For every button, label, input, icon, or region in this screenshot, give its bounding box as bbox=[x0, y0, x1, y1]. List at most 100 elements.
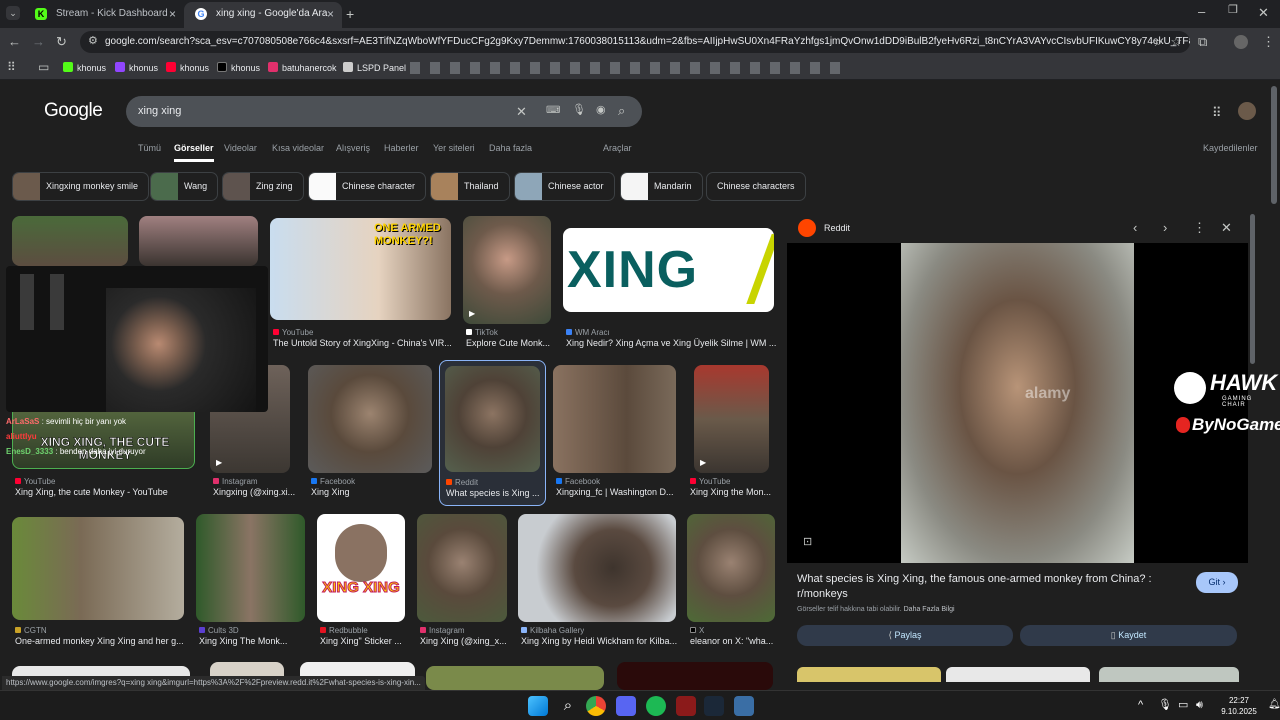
visit-button[interactable]: Git › bbox=[1196, 572, 1238, 593]
result-thumbnail[interactable]: XING XING bbox=[317, 514, 405, 622]
result-thumbnail[interactable] bbox=[426, 666, 604, 690]
minimize-icon[interactable]: – bbox=[1198, 5, 1205, 18]
share-button[interactable]: ⟨ Paylaş bbox=[797, 625, 1013, 646]
tray-chevron-icon[interactable]: ^ bbox=[1138, 700, 1143, 711]
tab-videos[interactable]: Videolar bbox=[224, 143, 257, 153]
result-title[interactable]: Xing Xing the Mon... bbox=[690, 487, 772, 497]
new-tab-icon[interactable]: + bbox=[346, 7, 354, 21]
discord-icon[interactable] bbox=[616, 696, 636, 716]
tab-short-videos[interactable]: Kısa videolar bbox=[272, 143, 324, 153]
result-thumbnail[interactable] bbox=[196, 514, 305, 622]
bookmark-khonus-twitch[interactable]: khonus bbox=[115, 61, 158, 75]
back-icon[interactable]: ← bbox=[8, 35, 21, 48]
forward-icon[interactable]: → bbox=[32, 35, 45, 48]
tab-google[interactable]: G xing xing - Google'da Ara × bbox=[184, 2, 342, 28]
result-title[interactable]: The Untold Story of XingXing - China's V… bbox=[273, 338, 453, 348]
saved-link[interactable]: Kaydedilenler bbox=[1203, 143, 1258, 153]
obs-icon[interactable] bbox=[676, 696, 696, 716]
close-panel-icon[interactable]: ✕ bbox=[1221, 221, 1232, 234]
result-thumbnail[interactable]: XING bbox=[563, 228, 774, 312]
result-title[interactable]: What species is Xing ... bbox=[446, 488, 542, 498]
display-tray-icon[interactable]: ▭ bbox=[1178, 700, 1188, 711]
tab-places[interactable]: Yer siteleri bbox=[433, 143, 475, 153]
more-info-link[interactable]: Daha Fazla Bilgi bbox=[904, 606, 955, 613]
google-apps-icon[interactable]: ⠿ bbox=[1212, 106, 1222, 119]
steam-icon[interactable] bbox=[704, 696, 724, 716]
address-bar[interactable]: ⚙ google.com/search?sca_esv=c707080508e7… bbox=[80, 31, 1190, 53]
bookmark-star-icon[interactable]: ☆ bbox=[1170, 35, 1182, 48]
keyboard-icon[interactable]: ⌨ bbox=[546, 106, 560, 116]
result-thumbnail[interactable]: ▶ bbox=[694, 365, 769, 473]
tab-news[interactable]: Haberler bbox=[384, 143, 419, 153]
result-thumbnail[interactable] bbox=[518, 514, 676, 622]
close-icon[interactable]: × bbox=[169, 2, 176, 26]
tab-search-icon[interactable]: ⌄ bbox=[6, 6, 20, 20]
page-scrollbar[interactable] bbox=[1271, 86, 1277, 204]
result-title[interactable]: Xing Nedir? Xing Açma ve Xing Üyelik Sil… bbox=[566, 338, 778, 348]
result-thumbnail[interactable] bbox=[12, 216, 128, 266]
chip-chinese-actor[interactable]: Chinese actor bbox=[514, 172, 615, 201]
spotify-icon[interactable] bbox=[646, 696, 666, 716]
lens-search-icon[interactable]: ⊡ bbox=[803, 537, 812, 548]
preview-title[interactable]: What species is Xing Xing, the famous on… bbox=[797, 572, 1157, 602]
notification-icon[interactable]: 🔔︎ bbox=[1268, 700, 1280, 710]
menu-icon[interactable]: ⋮ bbox=[1262, 35, 1275, 48]
result-thumbnail[interactable] bbox=[139, 216, 258, 266]
google-logo[interactable]: Google bbox=[44, 100, 103, 122]
result-title[interactable]: Xing Xing bbox=[311, 487, 431, 497]
result-title[interactable]: Xing Xing by Heidi Wickham for Kilba... bbox=[521, 636, 679, 646]
result-thumbnail[interactable] bbox=[417, 514, 507, 622]
extensions-icon[interactable]: ⧉ bbox=[1198, 35, 1207, 48]
profile-icon[interactable] bbox=[1234, 35, 1248, 49]
search-icon[interactable]: ⌕ bbox=[618, 104, 625, 117]
result-thumbnail[interactable] bbox=[553, 365, 676, 473]
tab-images[interactable]: Görseller bbox=[174, 143, 214, 162]
chip-thailand[interactable]: Thailand bbox=[430, 172, 510, 201]
taskbar-clock[interactable]: 22:27 9.10.2025 bbox=[1214, 695, 1264, 717]
related-thumb[interactable] bbox=[1099, 667, 1239, 682]
bookmark-khonus-kick[interactable]: khonus bbox=[63, 61, 106, 75]
save-button[interactable]: ▯ Kaydet bbox=[1020, 625, 1237, 646]
chip-chinese-characters[interactable]: Chinese characters bbox=[706, 172, 806, 201]
result-title[interactable]: Xing Xing The Monk... bbox=[199, 636, 307, 646]
bookmark-khonus-x[interactable]: khonus bbox=[217, 61, 260, 75]
zoom-icon[interactable]: ⌕ bbox=[1155, 35, 1162, 48]
tab-more[interactable]: Daha fazla bbox=[489, 143, 532, 153]
search-input[interactable]: xing xing bbox=[138, 105, 181, 117]
chip-xingxing-monkey-smile[interactable]: Xingxing monkey smile bbox=[12, 172, 150, 201]
clear-icon[interactable]: ✕ bbox=[516, 105, 527, 118]
result-thumbnail[interactable] bbox=[445, 366, 540, 472]
bookmark-lspd-panel[interactable]: LSPD Panel bbox=[343, 61, 406, 75]
result-thumbnail[interactable]: ONE ARMED MONKEY?! bbox=[270, 218, 451, 320]
result-title[interactable]: One-armed monkey Xing Xing and her g... bbox=[15, 636, 190, 646]
related-thumb[interactable] bbox=[797, 667, 941, 682]
chip-wang[interactable]: Wang bbox=[150, 172, 219, 201]
chrome-icon[interactable] bbox=[586, 696, 606, 716]
site-info-icon[interactable]: ⚙ bbox=[88, 36, 98, 47]
chip-mandarin[interactable]: Mandarin bbox=[620, 172, 703, 201]
result-title[interactable]: Explore Cute Monk... bbox=[466, 338, 554, 348]
result-title[interactable]: Xing Xing (@xing_x... bbox=[420, 636, 510, 646]
account-avatar[interactable] bbox=[1238, 102, 1256, 120]
result-title[interactable]: eleanor on X: "wha... bbox=[690, 636, 778, 646]
panel-source[interactable]: Reddit bbox=[824, 223, 850, 233]
more-options-icon[interactable]: ⋮ bbox=[1193, 221, 1206, 234]
result-title[interactable]: Xing Xing" Sticker ... bbox=[320, 636, 408, 646]
close-window-icon[interactable]: ✕ bbox=[1258, 6, 1269, 19]
result-thumbnail[interactable] bbox=[617, 662, 773, 690]
reload-icon[interactable]: ↻ bbox=[56, 35, 67, 48]
result-title[interactable]: Xing Xing, the cute Monkey - YouTube bbox=[15, 487, 200, 497]
bookmark-khonus-youtube[interactable]: khonus bbox=[166, 61, 209, 75]
tab-all[interactable]: Tümü bbox=[138, 143, 161, 153]
result-thumbnail[interactable] bbox=[12, 517, 184, 620]
tab-kick[interactable]: K Stream - Kick Dashboard × bbox=[24, 2, 184, 28]
lens-icon[interactable]: ◉ bbox=[596, 105, 606, 116]
mic-icon[interactable]: 🎙︎ bbox=[572, 105, 586, 116]
result-thumbnail[interactable] bbox=[687, 514, 775, 622]
bookmark-batuhanercok[interactable]: batuhanercok bbox=[268, 61, 337, 75]
panel-scrollbar[interactable] bbox=[1250, 214, 1255, 364]
start-icon[interactable] bbox=[528, 696, 548, 716]
result-thumbnail[interactable]: ▶ bbox=[463, 216, 551, 324]
apps-icon[interactable]: ⠿ bbox=[7, 61, 16, 73]
chip-zing-zing[interactable]: Zing zing bbox=[222, 172, 304, 201]
